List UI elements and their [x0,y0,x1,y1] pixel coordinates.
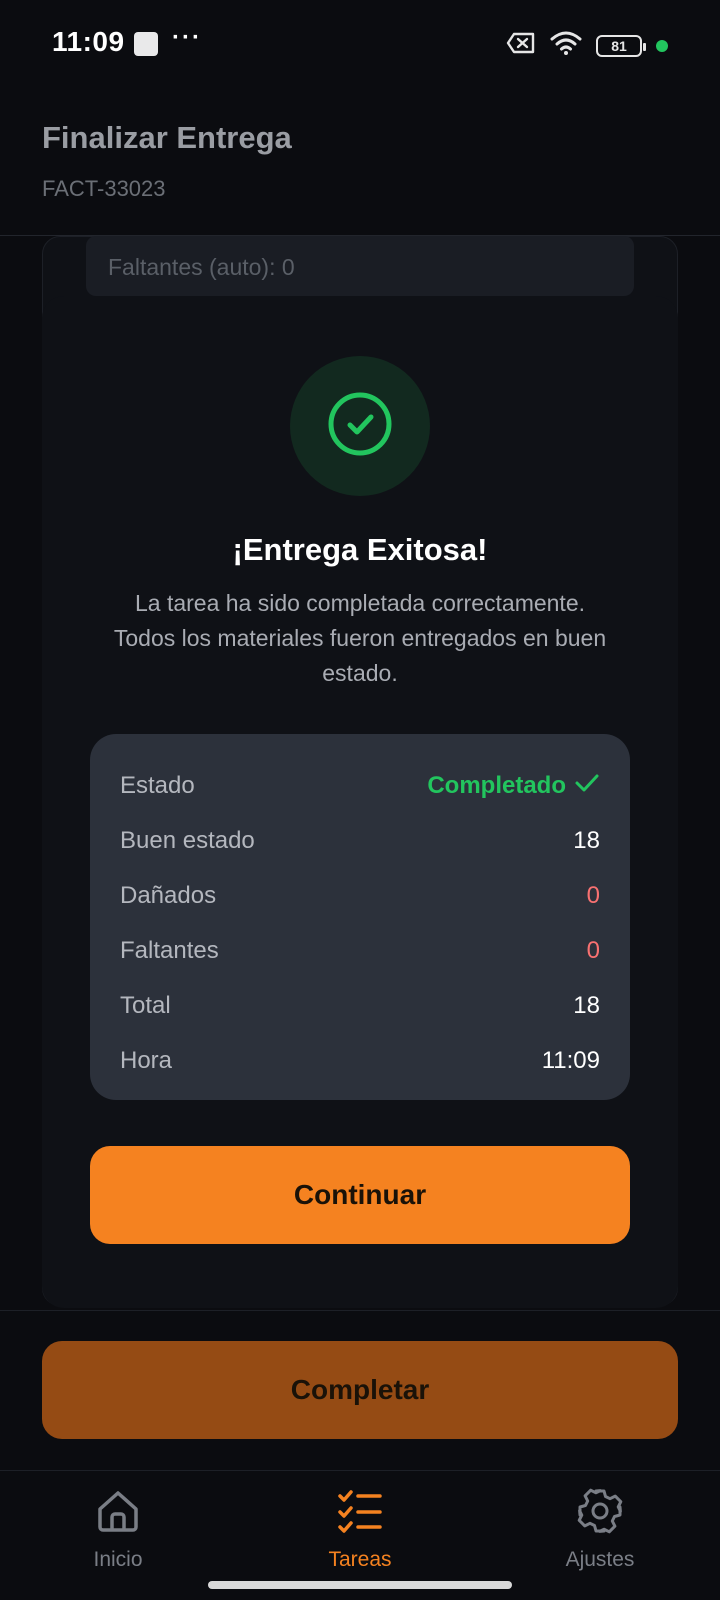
page-header: Finalizar Entrega FACT-33023 [0,90,720,236]
faltantes-label: Faltantes [120,936,219,964]
total-label: Total [120,991,171,1019]
home-icon [94,1487,142,1540]
faltantes-value: 0 [586,936,600,964]
summary-row-estado: Estado Completado [120,758,600,813]
no-sim-icon [506,31,536,60]
invoice-id: FACT-33023 [42,176,166,201]
danados-label: Dañados [120,881,217,909]
summary-panel: Estado Completado Buen estado 18 Dañados… [90,734,630,1100]
page-title: Finalizar Entrega [42,120,292,155]
gear-icon [576,1487,624,1540]
nav-item-tareas[interactable]: Tareas [270,1487,450,1572]
summary-row-danados: Dañados 0 [120,868,600,923]
wifi-icon [550,30,582,61]
battery-level: 81 [611,37,627,54]
estado-text: Completado [427,771,566,799]
complete-button[interactable]: Completar [42,1341,678,1439]
home-indicator[interactable] [208,1581,512,1589]
summary-row-hora: Hora 11:09 [120,1033,600,1088]
nav-label-tareas: Tareas [328,1548,392,1571]
battery-icon: 81 [596,34,646,57]
hora-value: 11:09 [541,1046,600,1074]
status-time: 11:09 [52,26,125,57]
buen-estado-value: 18 [573,826,600,854]
nav-label-inicio: Inicio [93,1548,143,1571]
bottom-nav: Inicio Tareas Ajustes [0,1470,720,1600]
status-bar: 11:09 ··· 81 [0,0,720,90]
continue-button[interactable]: Continuar [90,1146,630,1244]
estado-label: Estado [120,771,195,799]
check-circle-icon [326,390,394,463]
total-value: 18 [573,991,600,1019]
check-icon [574,772,600,800]
summary-row-faltantes: Faltantes 0 [120,923,600,978]
modal-title: ¡Entrega Exitosa! [232,532,488,567]
buen-estado-label: Buen estado [120,826,255,854]
footer-bar: Completar [0,1310,720,1470]
success-modal: ¡Entrega Exitosa! La tarea ha sido compl… [42,296,678,1308]
modal-description: La tarea ha sido completada correctament… [113,590,607,686]
success-badge [290,356,430,496]
danados-value: 0 [586,881,600,909]
more-dots-icon: ··· [172,24,202,51]
summary-row-total: Total 18 [120,978,600,1033]
summary-row-buen-estado: Buen estado 18 [120,813,600,868]
active-dot-icon [656,39,668,52]
nav-item-inicio[interactable]: Inicio [28,1487,208,1572]
faltantes-auto-field: Faltantes (auto): 0 [86,236,634,296]
hora-label: Hora [120,1046,173,1074]
notification-square-icon [134,32,158,56]
nav-item-ajustes[interactable]: Ajustes [510,1487,690,1572]
nav-label-ajustes: Ajustes [565,1548,635,1571]
estado-value: Completado [427,772,600,800]
tasks-icon [336,1487,384,1540]
